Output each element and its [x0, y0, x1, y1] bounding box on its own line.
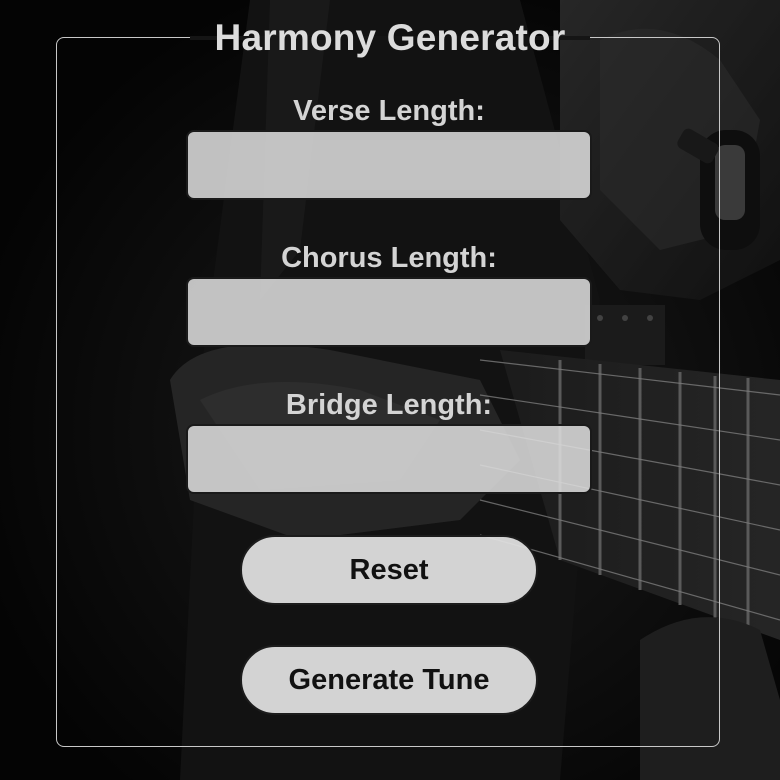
reset-button[interactable]: Reset	[240, 535, 538, 605]
chorus-length-input[interactable]	[186, 277, 592, 347]
chorus-length-label: Chorus Length:	[281, 242, 497, 274]
generate-tune-button[interactable]: Generate Tune	[240, 645, 538, 715]
bridge-length-label: Bridge Length:	[285, 389, 493, 421]
app-window: Harmony Generator Verse Length: Chorus L…	[0, 0, 780, 780]
bridge-length-input[interactable]	[186, 424, 592, 494]
verse-length-label: Verse Length:	[293, 95, 485, 127]
verse-length-input[interactable]	[186, 130, 592, 200]
form-title: Harmony Generator	[190, 14, 590, 62]
